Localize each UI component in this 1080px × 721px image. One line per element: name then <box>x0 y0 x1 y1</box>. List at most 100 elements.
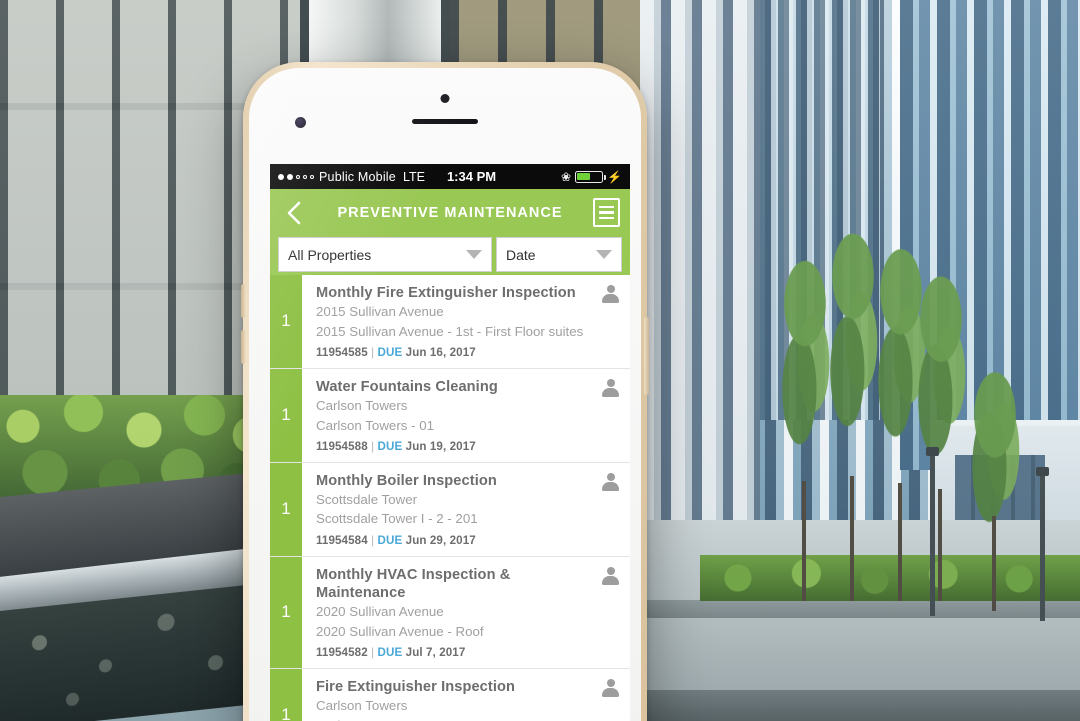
background-tree-trunk <box>850 476 854 601</box>
signal-dot-empty <box>303 174 307 179</box>
work-order-property: Carlson Towers <box>316 398 408 414</box>
app-header: PREVENTIVE MAINTENANCE <box>270 189 630 236</box>
person-icon[interactable] <box>602 566 619 585</box>
caret-down-icon <box>596 250 612 259</box>
lightning-bolt-icon: ⚡ <box>607 169 622 184</box>
work-order-row[interactable]: 1 Monthly Boiler Inspection Scottsdale Tow… <box>270 462 630 557</box>
work-order-location: 2015 Sullivan Avenue - 1st - First Floor… <box>316 323 584 339</box>
person-head <box>607 566 615 575</box>
due-label: DUE <box>377 533 403 547</box>
person-body <box>602 687 619 697</box>
work-order-location: Scottsdale Tower I - 2 - 201 <box>316 511 478 527</box>
work-order-meta: 11954582 | DUE Jul 7, 2017 <box>316 646 620 659</box>
work-order-number: 11954588 <box>316 439 368 453</box>
due-label: DUE <box>377 345 403 359</box>
person-icon[interactable] <box>602 378 619 397</box>
work-order-title: Monthly HVAC Inspection & Maintenance <box>316 566 511 601</box>
chevron-left-icon <box>287 201 300 224</box>
signal-dot-filled <box>287 173 293 180</box>
hamburger-menu-icon[interactable] <box>593 198 620 227</box>
work-order-property: 2015 Sullivan Avenue <box>316 304 444 320</box>
background-tree-trunk <box>992 516 996 611</box>
work-order-details: Monthly Fire Extinguisher Inspection 2015… <box>302 275 630 368</box>
person-body <box>602 575 619 585</box>
work-order-location: Carlson Towers - 01 <box>316 717 620 721</box>
person-icon[interactable] <box>602 285 619 303</box>
work-order-count-badge: 1 <box>270 275 302 368</box>
back-button[interactable] <box>280 200 306 226</box>
person-body <box>602 294 619 303</box>
meta-separator: | <box>371 345 375 359</box>
work-order-count-badge: 1 <box>270 462 302 556</box>
background-lamp-post <box>1040 471 1045 621</box>
work-order-count-badge: 1 <box>270 368 302 462</box>
signal-dot-empty <box>296 174 300 179</box>
due-label: DUE <box>377 645 403 659</box>
background-plaza-band <box>640 600 1080 618</box>
work-order-details: Monthly Boiler Inspection Scottsdale Towe… <box>302 463 630 556</box>
background-tree-trunk <box>802 481 806 601</box>
work-order-list[interactable]: 1 Monthly Fire Extinguisher Inspection 201… <box>270 275 630 721</box>
work-order-details: Fire Extinguisher Inspection Carlson Towe… <box>302 669 630 721</box>
work-order-title: Monthly Boiler Inspection <box>316 472 497 489</box>
menu-line <box>599 211 614 214</box>
background-lamp-head <box>1036 467 1049 476</box>
network-type: LTE <box>402 169 425 184</box>
person-head <box>607 472 615 481</box>
property-filter-dropdown[interactable]: All Properties <box>278 237 492 272</box>
power-button[interactable] <box>644 317 649 395</box>
carrier-name: Public Mobile <box>319 169 396 184</box>
due-date: Jun 16, 2017 <box>405 345 476 359</box>
work-order-details: Water Fountains Cleaning Carlson Towers Ca… <box>302 369 630 462</box>
status-bar-clock: 1:34 PM <box>446 169 497 184</box>
background-plaza-lower-strip <box>640 690 1080 721</box>
work-order-meta: 11954588 | DUE Jun 19, 2017 <box>316 440 620 453</box>
bluetooth-icon: ❀ <box>560 169 572 184</box>
sort-filter-value: Date <box>506 246 536 263</box>
person-head <box>607 285 615 293</box>
work-order-row[interactable]: 1 Fire Extinguisher Inspection Carlson Tow… <box>270 668 630 721</box>
work-order-property: 2020 Sullivan Avenue <box>316 604 444 620</box>
property-filter-value: All Properties <box>288 246 372 263</box>
work-order-property: Carlson Towers <box>316 698 408 714</box>
phone-screen: Public Mobile LTE 1:34 PM ❀ ⚡ PREVENTIVE… <box>270 164 630 721</box>
work-order-details: Monthly HVAC Inspection & Maintenance 202… <box>302 557 630 668</box>
work-order-location: Carlson Towers - 01 <box>316 417 434 433</box>
person-head <box>607 378 615 387</box>
work-order-row[interactable]: 1 Water Fountains Cleaning Carlson Towers C… <box>270 368 630 463</box>
work-order-row[interactable]: 1 Monthly Fire Extinguisher Inspection 201… <box>270 275 630 369</box>
front-camera-icon <box>440 94 450 103</box>
background-tree-trunk <box>938 489 942 601</box>
due-date: Jul 7, 2017 <box>405 645 466 659</box>
sort-filter-dropdown[interactable]: Date <box>496 237 622 272</box>
work-order-meta: 11954585 | DUE Jun 16, 2017 <box>316 346 620 359</box>
signal-dot-empty <box>310 174 314 179</box>
meta-separator: | <box>371 645 375 659</box>
status-bar-right-group: ❀ ⚡ <box>561 170 622 184</box>
work-order-row[interactable]: 1 Monthly HVAC Inspection & Maintenance 20… <box>270 556 630 669</box>
work-order-title: Water Fountains Cleaning <box>316 378 498 395</box>
status-bar: Public Mobile LTE 1:34 PM ❀ ⚡ <box>270 164 630 189</box>
work-order-title: Fire Extinguisher Inspection <box>316 678 516 695</box>
phone-device-frame: Public Mobile LTE 1:34 PM ❀ ⚡ PREVENTIVE… <box>241 62 649 721</box>
proximity-sensor-icon <box>295 117 306 128</box>
signal-dot-filled <box>278 173 284 180</box>
work-order-location: 2020 Sullivan Avenue - Roof <box>316 623 484 639</box>
menu-line <box>599 205 614 208</box>
menu-line <box>599 217 614 220</box>
due-date: Jun 29, 2017 <box>405 533 476 547</box>
work-order-title: Monthly Fire Extinguisher Inspection <box>316 285 576 301</box>
volume-down-button[interactable] <box>241 330 246 364</box>
person-icon[interactable] <box>602 472 619 491</box>
battery-level-fill <box>577 172 591 181</box>
volume-up-button[interactable] <box>241 284 246 318</box>
due-label: DUE <box>377 439 403 453</box>
work-order-number: 11954585 <box>316 345 368 359</box>
person-icon[interactable] <box>602 678 619 697</box>
work-order-meta: 11954584 | DUE Jun 29, 2017 <box>316 534 620 547</box>
battery-icon <box>575 170 607 183</box>
work-order-number: 11954582 <box>316 645 368 659</box>
background-lamp-post <box>930 451 935 616</box>
meta-separator: | <box>371 439 375 453</box>
person-body <box>602 481 619 491</box>
